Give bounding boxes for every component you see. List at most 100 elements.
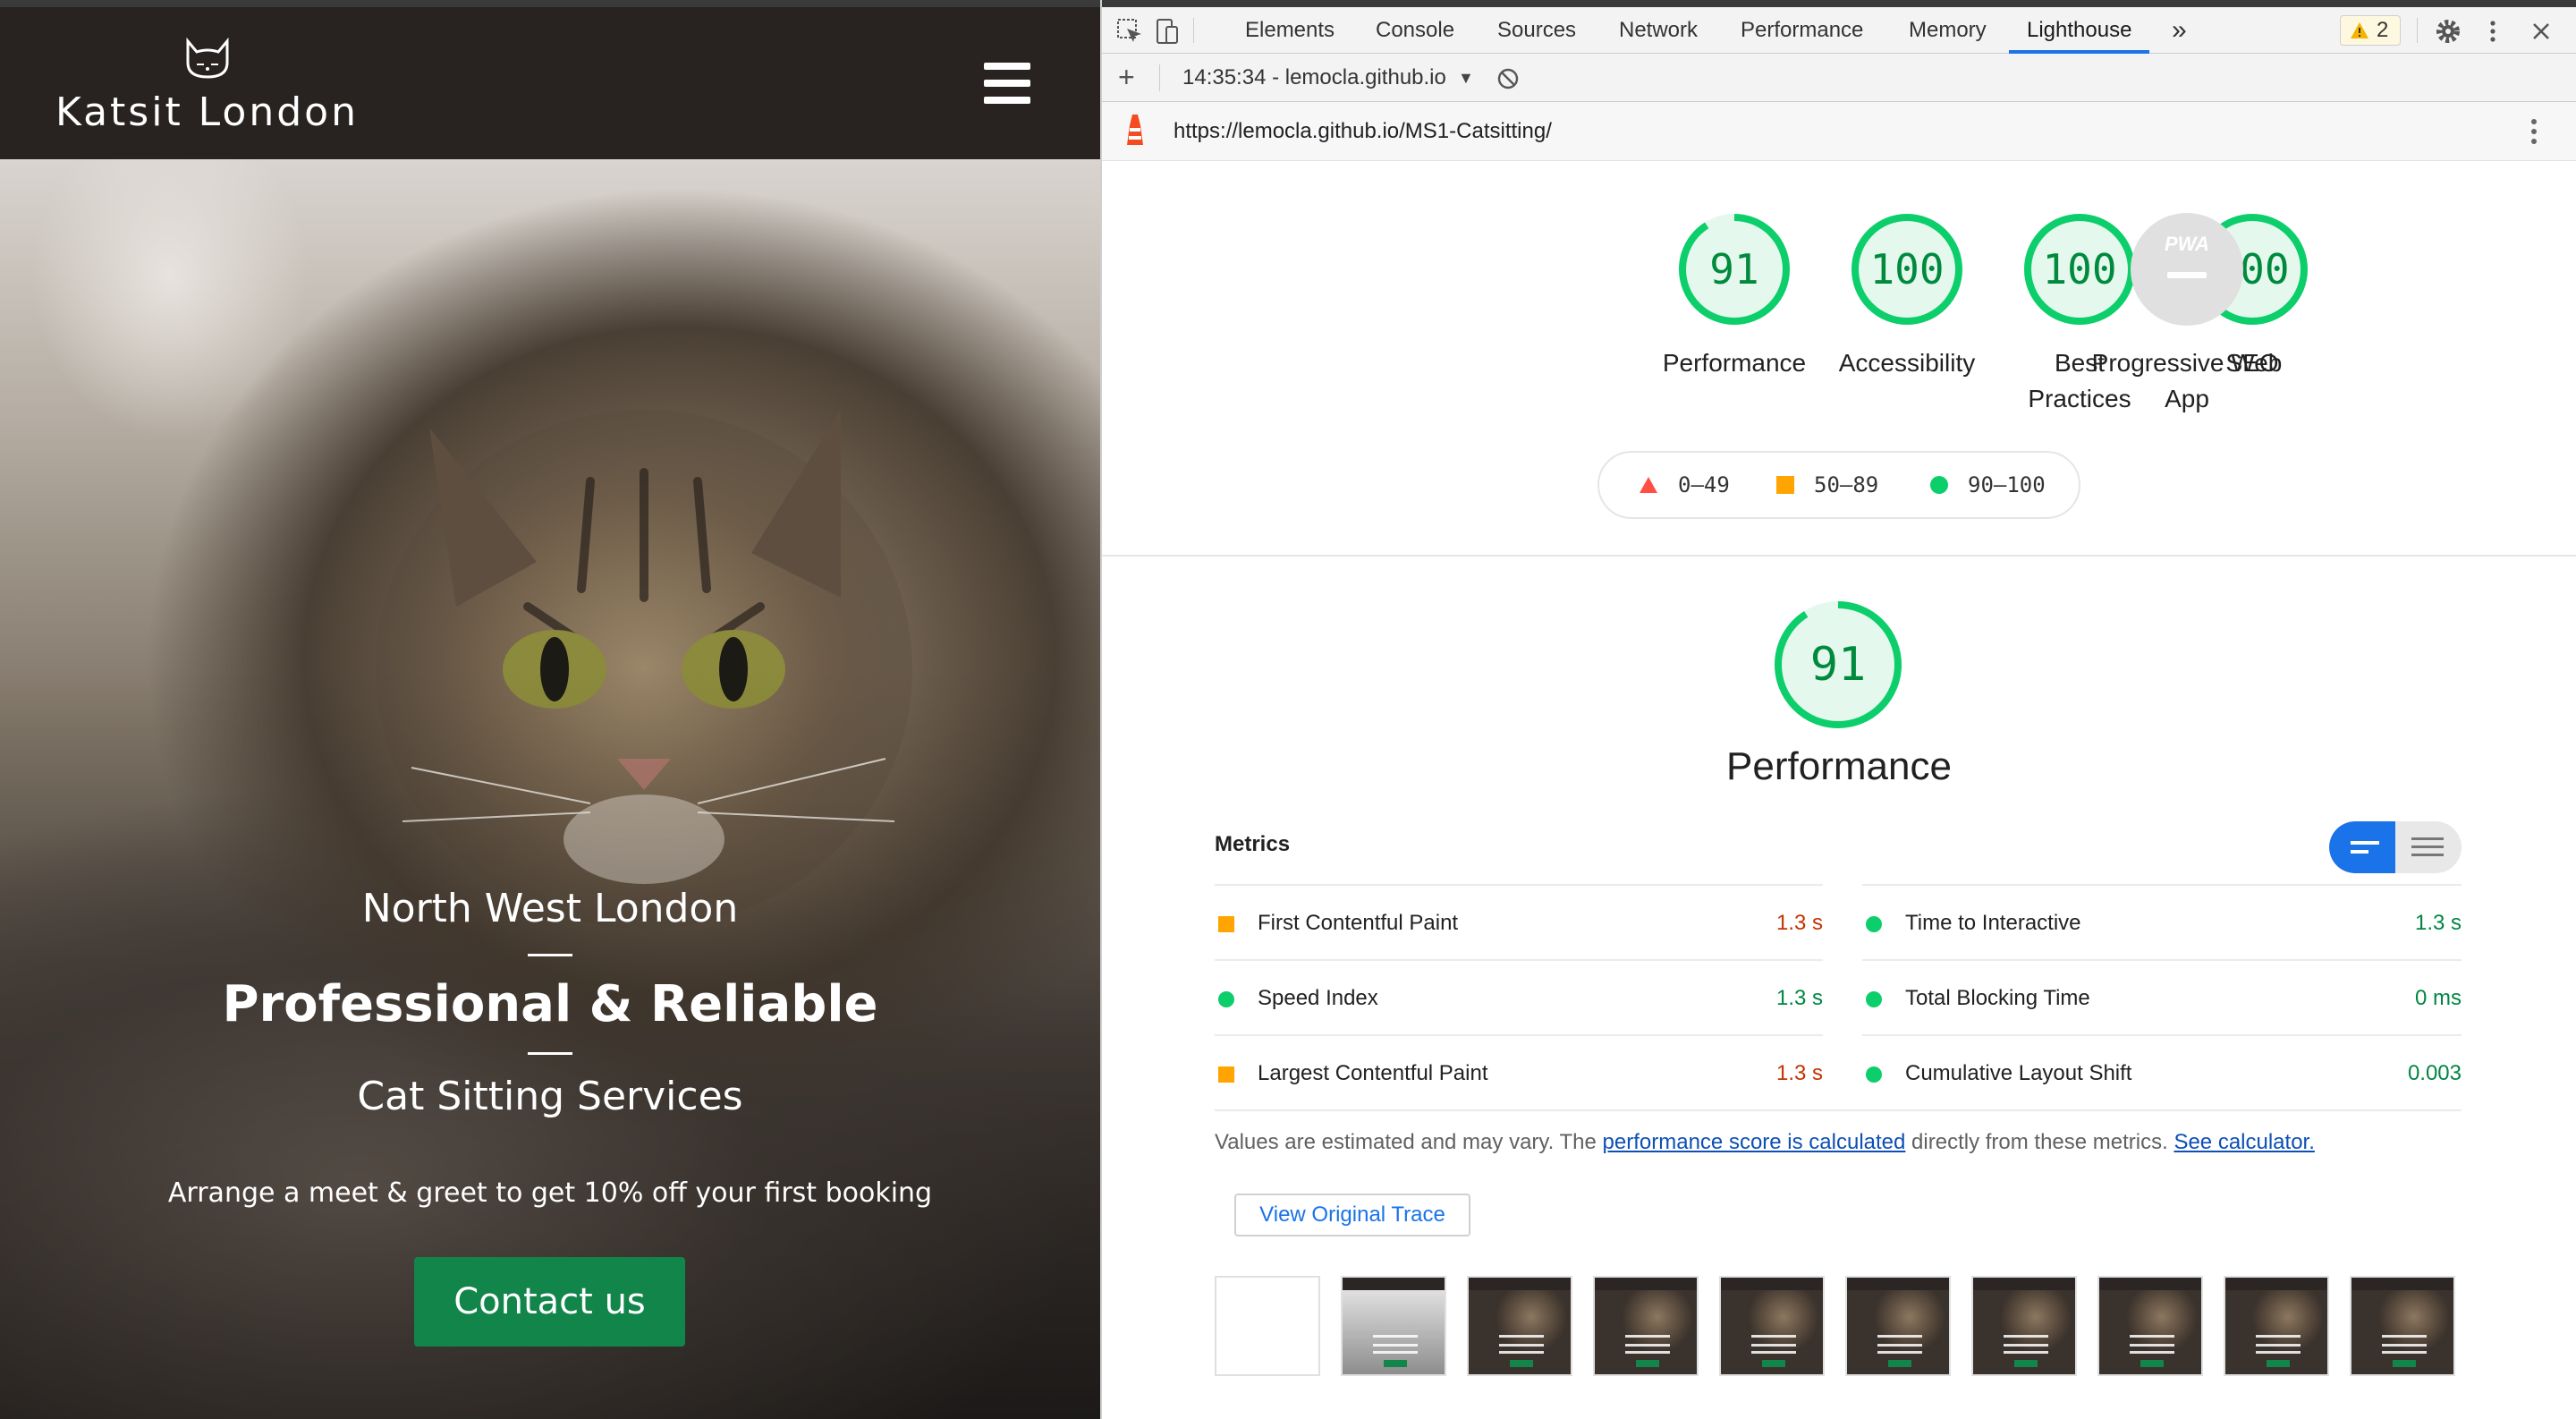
brand-name: Katsit London (55, 89, 359, 135)
metric-name: Total Blocking Time (1905, 986, 2090, 1010)
metric-value: 1.3 s (1775, 1061, 1823, 1085)
report-selector[interactable]: 14:35:34 - lemocla.github.io (1182, 54, 1446, 102)
metrics-bottom-rule (1215, 1109, 2462, 1111)
expanded-view-icon[interactable] (2395, 821, 2462, 873)
inspect-element-icon[interactable] (1114, 16, 1145, 47)
legend-average-range: 50–89 (1814, 472, 1879, 497)
filmstrip-frame (1845, 1276, 1951, 1376)
view-original-trace-button[interactable]: View Original Trace (1234, 1194, 1470, 1236)
performance-gauge-large: 91 (1771, 598, 1905, 732)
pwa-gauge[interactable]: PWA (2129, 211, 2245, 327)
pass-circle-icon (1218, 991, 1234, 1007)
warnings-count: 2 (2377, 18, 2389, 42)
best-practices-score: 100 (2042, 245, 2117, 293)
pass-circle-icon (1930, 476, 1948, 494)
performance-gauge[interactable]: 91 (1676, 211, 1792, 327)
metrics-heading: Metrics (1215, 832, 1291, 856)
lighthouse-icon (1127, 115, 1143, 145)
website-preview: Katsit London North West London Professi… (0, 0, 1100, 1419)
hero-divider-bottom (528, 1052, 572, 1055)
settings-gear-icon[interactable] (2433, 16, 2463, 47)
filmstrip-frame (1467, 1276, 1572, 1376)
hero-section: North West London Professional & Reliabl… (0, 159, 1100, 1419)
see-calculator-link[interactable]: See calculator. (2174, 1130, 2314, 1154)
legend-fail-range: 0–49 (1678, 472, 1730, 497)
tab-lighthouse[interactable]: Lighthouse (2009, 7, 2150, 54)
audited-url: https://lemocla.github.io/MS1-Catsitting… (1174, 119, 1552, 143)
metric-value: 1.3 s (2414, 911, 2462, 935)
filmstrip-frame (1215, 1276, 1320, 1376)
filmstrip-frame (1341, 1276, 1446, 1376)
best-practices-gauge[interactable]: 100 (2021, 211, 2138, 327)
metric-value: 0 ms (2414, 986, 2462, 1010)
hero-headline: Professional & Reliable (222, 975, 878, 1033)
report-menu-icon[interactable] (2529, 116, 2538, 147)
hamburger-menu-icon[interactable] (984, 63, 1030, 104)
filmstrip-frame (2224, 1276, 2329, 1376)
lighthouse-toolbar: + 14:35:34 - lemocla.github.io ▼ (1102, 54, 2576, 102)
metric-value: 0.003 (2407, 1061, 2462, 1085)
performance-label: Performance (1662, 349, 1807, 377)
metric-row: First Contentful Paint 1.3 s (1215, 884, 1823, 959)
metric-name: Largest Contentful Paint (1258, 1061, 1488, 1085)
pass-circle-icon (1866, 1066, 1882, 1083)
metric-value: 1.3 s (1775, 986, 1823, 1010)
filmstrip-frame (1971, 1276, 2077, 1376)
pass-circle-icon (1866, 916, 1882, 932)
devtools-tabbar: Elements Console Sources Network Perform… (1102, 7, 2576, 54)
average-square-icon (1218, 916, 1234, 932)
chevron-down-icon[interactable]: ▼ (1458, 54, 1474, 102)
toggle-summary-option[interactable] (2329, 821, 2395, 873)
average-square-icon (1218, 1066, 1234, 1083)
metric-name: Speed Index (1258, 986, 1378, 1010)
metric-row: Time to Interactive 1.3 s (1862, 884, 2462, 959)
cat-logo-icon (186, 38, 229, 79)
metric-row: Speed Index 1.3 s (1215, 959, 1823, 1034)
metric-row: Total Blocking Time 0 ms (1862, 959, 2462, 1034)
new-report-icon[interactable]: + (1118, 61, 1135, 93)
metric-name: First Contentful Paint (1258, 911, 1459, 935)
filmstrip (1215, 1276, 2462, 1378)
accessibility-label: Accessibility (1838, 349, 1976, 377)
toolbar-separator (1159, 64, 1160, 91)
fail-triangle-icon (1640, 477, 1657, 493)
more-tabs-icon[interactable]: » (2172, 7, 2187, 54)
summary-view-icon (2351, 841, 2379, 854)
tab-elements[interactable]: Elements (1245, 7, 1335, 54)
site-navbar: Katsit London (0, 7, 1100, 159)
metric-name: Time to Interactive (1905, 911, 2081, 935)
performance-section-title: Performance (1726, 744, 1952, 788)
tab-performance[interactable]: Performance (1741, 7, 1863, 54)
performance-score: 91 (1709, 245, 1759, 293)
score-calculation-link[interactable]: performance score is calculated (1603, 1130, 1906, 1154)
hero-subtitle-bottom: Cat Sitting Services (357, 1074, 743, 1119)
window-edge (1102, 0, 2576, 7)
contact-us-button[interactable]: Contact us (414, 1257, 685, 1347)
more-options-icon[interactable] (2478, 16, 2508, 47)
filmstrip-frame (2097, 1276, 2203, 1376)
warnings-badge[interactable]: 2 (2340, 15, 2401, 46)
section-divider (1102, 555, 2576, 557)
clear-reports-icon[interactable] (1496, 66, 1521, 91)
tab-console[interactable]: Console (1376, 7, 1454, 54)
legend-pass-range: 90–100 (1968, 472, 2046, 497)
tab-memory[interactable]: Memory (1909, 7, 1987, 54)
pass-circle-icon (1866, 991, 1882, 1007)
device-toolbar-icon[interactable] (1152, 16, 1182, 47)
hero-offer-note: Arrange a meet & greet to get 10% off yo… (167, 1177, 933, 1209)
tab-sources[interactable]: Sources (1497, 7, 1576, 54)
accessibility-score: 100 (1869, 245, 1945, 293)
warning-icon (2351, 22, 2368, 38)
tab-network[interactable]: Network (1619, 7, 1698, 54)
hero-subtitle-top: North West London (361, 886, 739, 931)
metric-value: 1.3 s (1775, 911, 1823, 935)
accessibility-gauge[interactable]: 100 (1849, 211, 1965, 327)
metric-row: Largest Contentful Paint 1.3 s (1215, 1034, 1823, 1109)
filmstrip-frame (1719, 1276, 1825, 1376)
close-devtools-icon[interactable] (2526, 16, 2556, 47)
metrics-view-toggle[interactable] (2329, 821, 2462, 873)
tab-separator (2417, 18, 2418, 43)
average-square-icon (1776, 476, 1794, 494)
devtools-panel: Elements Console Sources Network Perform… (1102, 0, 2576, 1419)
brand-link[interactable]: Katsit London (55, 32, 369, 149)
